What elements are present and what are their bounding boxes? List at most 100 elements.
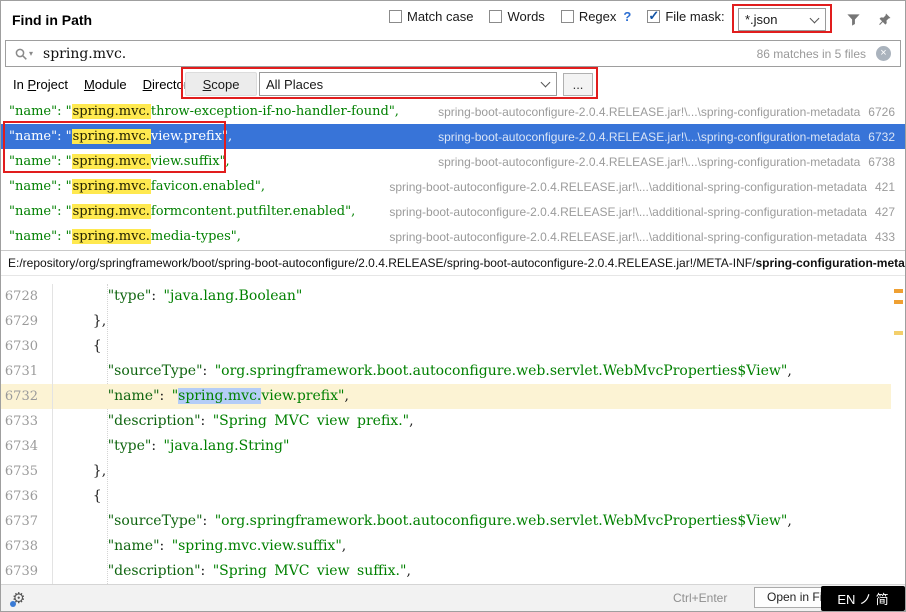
line-text: "type": "java.lang.String" [53, 434, 289, 459]
code-line: 6736 { [1, 484, 891, 509]
match-highlight: spring.mvc. [72, 204, 151, 219]
result-row[interactable]: "name": "spring.mvc.media-types", spring… [1, 224, 905, 249]
line-text: }, [53, 309, 106, 334]
dialog-title: Find in Path [12, 12, 92, 28]
line-text: "name": "spring.mvc.view.prefix", [53, 384, 349, 409]
code-line: 6731 "sourceType": "org.springframework.… [1, 359, 891, 384]
regex-option: Regex ? [561, 9, 632, 24]
code-line: 6728 "type": "java.lang.Boolean" [1, 284, 891, 309]
match-case-checkbox[interactable] [389, 10, 402, 23]
error-stripe-mark[interactable] [894, 289, 903, 293]
line-number: 6739 [1, 559, 53, 584]
chevron-down-icon [541, 78, 551, 88]
line-text: { [53, 334, 102, 359]
result-code: "name": "spring.mvc.view.prefix", [9, 129, 232, 144]
scope-dropdown[interactable]: All Places [259, 72, 557, 96]
code-line: 6732 "name": "spring.mvc.view.prefix", [1, 384, 891, 409]
result-code: "name": "spring.mvc.throw-exception-if-n… [9, 104, 399, 119]
line-number: 6736 [1, 484, 53, 509]
line-number: 6728 [1, 284, 53, 309]
words-label: Words [507, 9, 544, 24]
match-highlight: spring.mvc. [72, 129, 151, 144]
result-row[interactable]: "name": "spring.mvc.view.prefix", spring… [1, 124, 905, 149]
result-file-path: spring-boot-autoconfigure-2.0.4.RELEASE.… [389, 205, 867, 219]
search-icon [14, 47, 28, 61]
result-line-number: 427 [875, 205, 895, 219]
chevron-down-icon [810, 13, 820, 23]
file-mask-dropdown[interactable]: *.json [738, 8, 826, 31]
line-number: 6734 [1, 434, 53, 459]
result-file-path: spring-boot-autoconfigure-2.0.4.RELEASE.… [389, 180, 867, 194]
result-file-path: spring-boot-autoconfigure-2.0.4.RELEASE.… [438, 105, 860, 119]
code-line: 6737 "sourceType": "org.springframework.… [1, 509, 891, 534]
search-input[interactable]: ▾ spring.mvc. 86 matches in 5 files [5, 40, 901, 67]
preview-file-path: E:/repository/org/springframework/boot/s… [1, 250, 905, 276]
match-highlight: spring.mvc. [72, 229, 151, 244]
line-text: }, [53, 459, 106, 484]
result-file-path: spring-boot-autoconfigure-2.0.4.RELEASE.… [389, 230, 867, 244]
scope-tab-scope[interactable]: Scope [185, 72, 257, 96]
result-row[interactable]: "name": "spring.mvc.favicon.enabled", sp… [1, 174, 905, 199]
words-checkbox[interactable] [489, 10, 502, 23]
filter-button[interactable] [844, 10, 862, 28]
result-file-path: spring-boot-autoconfigure-2.0.4.RELEASE.… [438, 130, 860, 144]
gear-notification-dot [10, 601, 16, 607]
line-text: "sourceType": "org.springframework.boot.… [53, 509, 792, 534]
search-query-text: spring.mvc. [43, 46, 126, 62]
line-text: "sourceType": "org.springframework.boot.… [53, 359, 792, 384]
match-case-option: Match case [389, 9, 473, 24]
line-text: "type": "java.lang.Boolean" [53, 284, 302, 309]
code-line: 6730 { [1, 334, 891, 359]
line-text: { [53, 484, 102, 509]
code-line: 6739 "description": "Spring MVC view suf… [1, 559, 891, 584]
search-history-caret-icon[interactable]: ▾ [29, 49, 33, 58]
line-text: "description": "Spring MVC view prefix."… [53, 409, 414, 434]
dialog-header: Find in Path Match case Words Regex ? Fi… [1, 1, 905, 39]
scope-value: All Places [260, 77, 538, 92]
line-number: 6732 [1, 384, 53, 409]
line-number: 6730 [1, 334, 53, 359]
scope-tab-module[interactable]: Module [84, 77, 127, 92]
match-highlight: spring.mvc. [72, 154, 151, 169]
file-mask-label: File mask: [665, 9, 724, 24]
line-text: "description": "Spring MVC view suffix."… [53, 559, 411, 584]
error-stripe-mark[interactable] [894, 331, 903, 335]
result-row[interactable]: "name": "spring.mvc.formcontent.putfilte… [1, 199, 905, 224]
clear-search-icon[interactable] [876, 46, 891, 61]
line-number: 6733 [1, 409, 53, 434]
scope-tab-in-project[interactable]: In Project [13, 77, 68, 92]
preview-path-filename: spring-configuration-metadata.json [755, 256, 905, 270]
regex-checkbox[interactable] [561, 10, 574, 23]
result-line-number: 6732 [868, 130, 895, 144]
result-code: "name": "spring.mvc.view.suffix", [9, 154, 230, 169]
search-options: Match case Words Regex ? File mask: [389, 9, 725, 24]
line-number: 6738 [1, 534, 53, 559]
line-number: 6737 [1, 509, 53, 534]
shortcut-hint: Ctrl+Enter [673, 591, 727, 605]
result-line-number: 421 [875, 180, 895, 194]
scope-bar: In Project Module Directory Scope All Pl… [1, 69, 905, 99]
match-highlight: spring.mvc. [72, 104, 151, 119]
result-code: "name": "spring.mvc.favicon.enabled", [9, 179, 265, 194]
result-line-number: 6726 [868, 105, 895, 119]
pin-button[interactable] [875, 10, 893, 28]
regex-help-link[interactable]: ? [623, 9, 631, 24]
result-line-number: 433 [875, 230, 895, 244]
result-code: "name": "spring.mvc.media-types", [9, 229, 241, 244]
file-mask-checkbox[interactable] [647, 10, 660, 23]
code-line: 6729 }, [1, 309, 891, 334]
code-line: 6733 "description": "Spring MVC view pre… [1, 409, 891, 434]
scope-browse-button[interactable]: ... [563, 73, 593, 96]
regex-label: Regex [579, 9, 617, 24]
code-preview-editor[interactable]: 6728 "type": "java.lang.Boolean" 6729 },… [1, 276, 905, 586]
result-row[interactable]: "name": "spring.mvc.throw-exception-if-n… [1, 99, 905, 124]
result-summary: 86 matches in 5 files [757, 47, 866, 61]
ime-language-badge[interactable]: EN ノ 简 [821, 586, 905, 611]
code-line: 6734 "type": "java.lang.String" [1, 434, 891, 459]
line-text: "name": "spring.mvc.view.suffix", [53, 534, 346, 559]
error-stripe-mark[interactable] [894, 300, 903, 304]
code-line: 6735 }, [1, 459, 891, 484]
words-option: Words [489, 9, 544, 24]
result-row[interactable]: "name": "spring.mvc.view.suffix", spring… [1, 149, 905, 174]
line-number: 6735 [1, 459, 53, 484]
